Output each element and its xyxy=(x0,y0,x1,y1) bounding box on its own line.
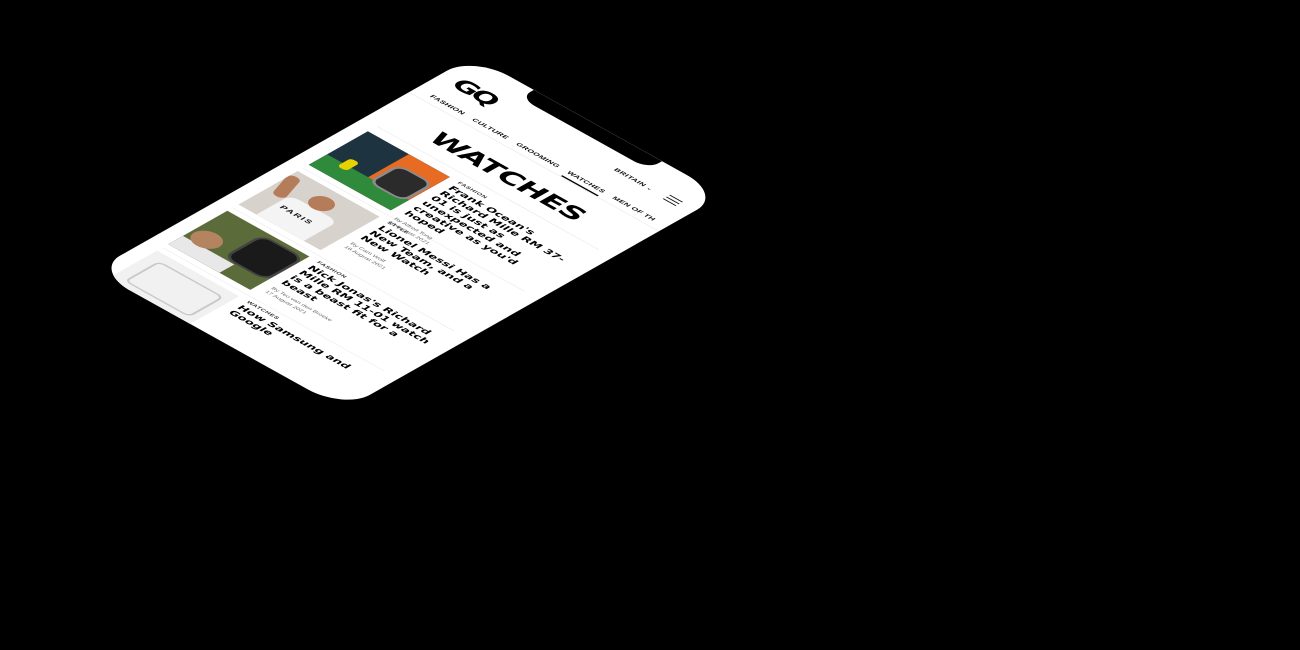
nav-item-watches[interactable]: WATCHES xyxy=(556,166,615,199)
stage: GQ BRITAIN⌄ FASHIONCULTUREGROOMINGWATCHE… xyxy=(0,0,1300,650)
phone-screen: GQ BRITAIN⌄ FASHIONCULTUREGROOMINGWATCHE… xyxy=(93,56,723,410)
nav-item-culture[interactable]: CULTURE xyxy=(461,113,518,145)
hamburger-menu-icon[interactable] xyxy=(662,194,683,207)
chevron-down-icon: ⌄ xyxy=(644,185,655,192)
region-label: BRITAIN xyxy=(611,167,648,188)
region-selector[interactable]: BRITAIN⌄ xyxy=(612,168,655,192)
